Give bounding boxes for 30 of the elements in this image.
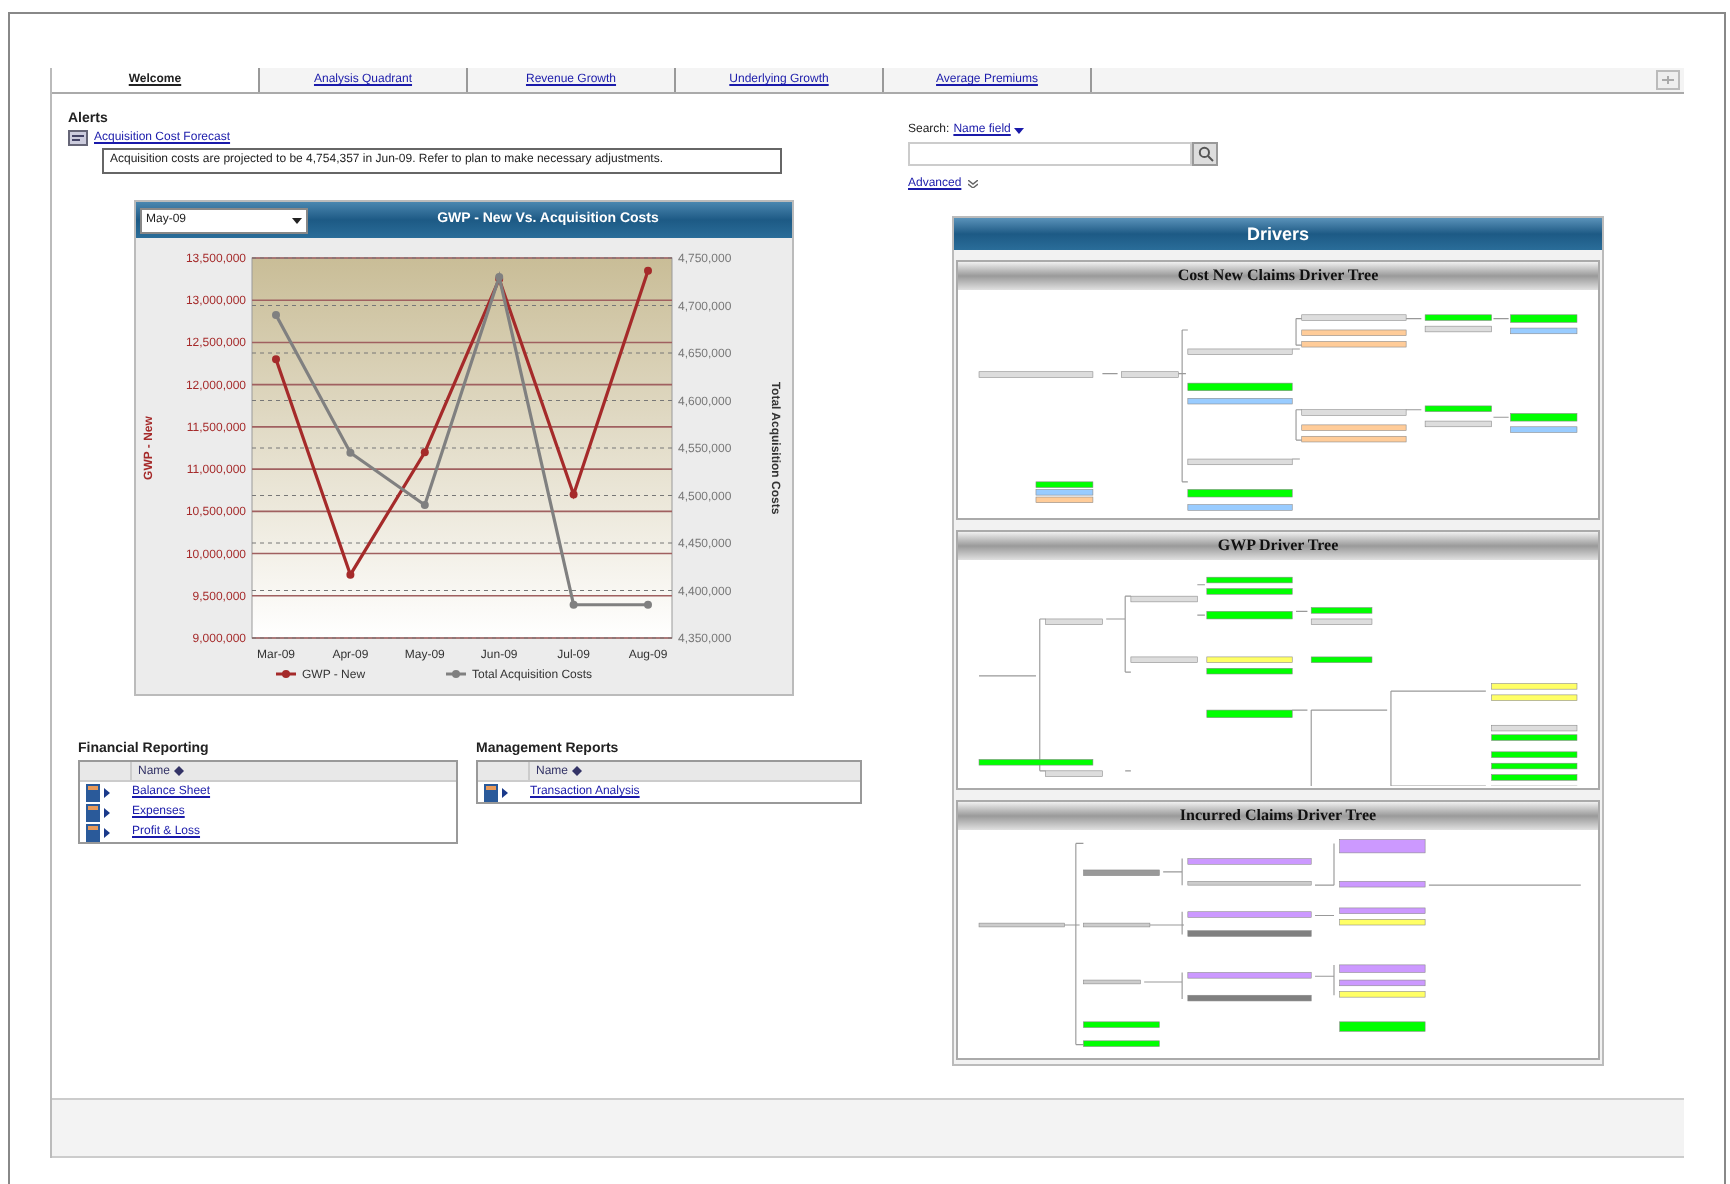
alert-icon — [68, 130, 88, 146]
data-point — [420, 501, 429, 509]
data-point — [569, 490, 578, 499]
data-point — [272, 311, 280, 319]
data-point — [569, 600, 578, 609]
caret-icon — [292, 217, 302, 223]
caret-icon — [1014, 127, 1025, 133]
data-point — [644, 266, 652, 275]
report-icon — [86, 783, 112, 801]
report-icon — [86, 823, 112, 841]
search-button[interactable] — [1192, 142, 1218, 166]
search-icon — [1197, 146, 1213, 162]
report-icon — [484, 783, 510, 801]
drivers-header: Drivers — [954, 218, 1602, 250]
data-point — [495, 273, 504, 281]
chevron-down-icon — [967, 180, 978, 188]
report-icon — [86, 803, 112, 821]
sort-icon — [174, 766, 185, 776]
search-field[interactable] — [908, 142, 1192, 166]
expand-icon[interactable] — [1656, 70, 1680, 90]
tree-header: GWP Driver Tree — [958, 532, 1598, 560]
legend-marker-icon — [276, 670, 296, 678]
tree-header: Cost New Claims Driver Tree — [958, 262, 1598, 290]
data-point — [272, 355, 280, 364]
data-point — [420, 448, 429, 457]
tree-header: Incurred Claims Driver Tree — [958, 802, 1598, 830]
data-point — [644, 600, 652, 609]
data-point — [346, 570, 355, 579]
sort-icon — [572, 766, 583, 776]
legend-marker-icon — [446, 670, 466, 678]
